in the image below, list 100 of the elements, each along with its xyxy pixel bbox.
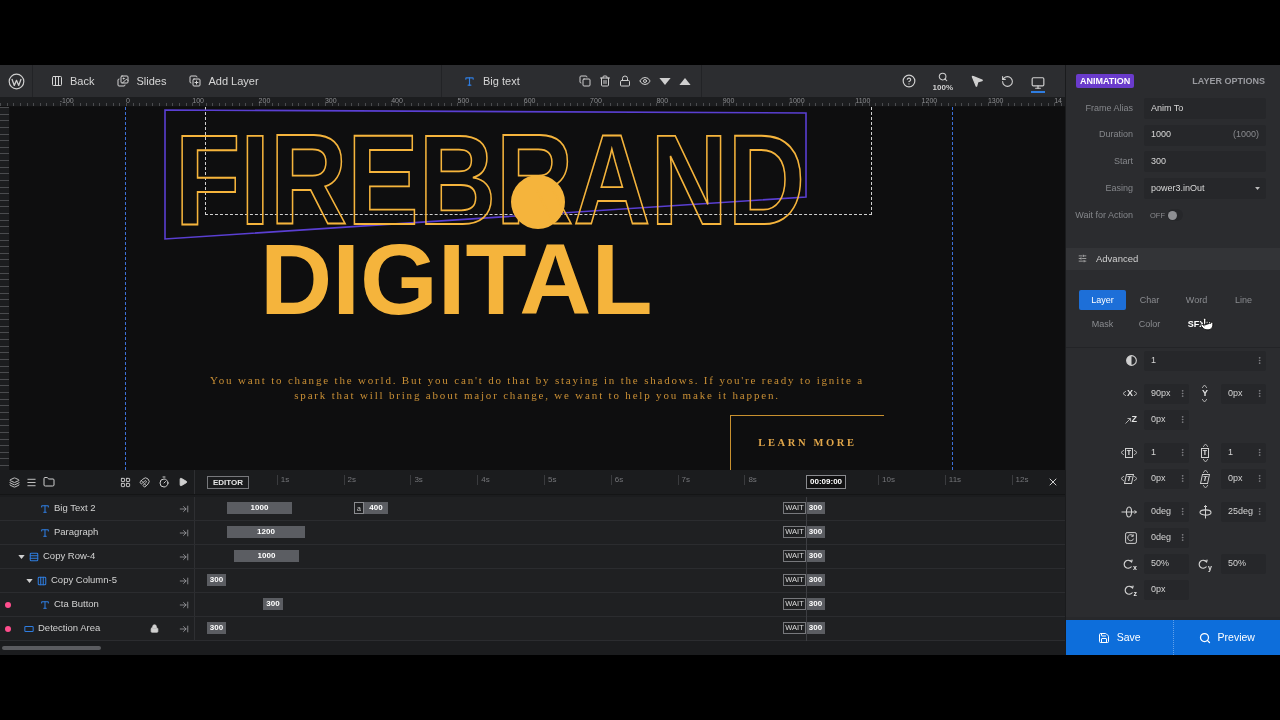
- caret-icon[interactable]: [17, 554, 25, 559]
- effect-tab[interactable]: Char: [1126, 289, 1173, 310]
- section-header[interactable]: Advanced: [1066, 247, 1280, 270]
- nav-button[interactable]: Back: [51, 72, 95, 90]
- caret-up-icon[interactable]: [679, 77, 691, 85]
- zoom-button[interactable]: 100%: [932, 70, 953, 92]
- editor-button[interactable]: EDITOR: [207, 476, 250, 489]
- value-field[interactable]: 0px: [1144, 579, 1189, 600]
- time-tick: 8s: [744, 475, 757, 485]
- more-icon[interactable]: [1178, 474, 1187, 484]
- list-icon[interactable]: [26, 476, 37, 488]
- toggle-knob: [1168, 210, 1177, 220]
- panel-tab[interactable]: ANIMATION: [1076, 74, 1135, 88]
- input-field[interactable]: Anim To: [1144, 97, 1266, 119]
- toggle-switch[interactable]: [1167, 209, 1183, 222]
- action-button[interactable]: Save: [1066, 620, 1173, 655]
- value-field[interactable]: 50%: [1221, 553, 1266, 574]
- rows-icon: [28, 551, 39, 562]
- timeline-bar[interactable]: 1000: [227, 502, 292, 514]
- action-button[interactable]: Preview: [1172, 620, 1280, 655]
- more-icon[interactable]: [1178, 533, 1187, 543]
- easing-dropdown[interactable]: power3.inOut: [1144, 178, 1266, 200]
- value-field[interactable]: 90px: [1144, 383, 1189, 404]
- value-field[interactable]: 0deg: [1144, 501, 1189, 522]
- more-icon[interactable]: [1255, 507, 1264, 517]
- effect-tab[interactable]: Line: [1220, 289, 1267, 310]
- nav-button[interactable]: Slides: [117, 72, 167, 90]
- time-tick: 1s: [276, 475, 290, 485]
- value-field[interactable]: 1: [1144, 442, 1189, 463]
- play-icon[interactable]: [178, 477, 188, 487]
- text-layer-icon: [39, 503, 50, 514]
- timeline-bar[interactable]: 300: [207, 622, 226, 634]
- effect-tab[interactable]: Color: [1126, 313, 1173, 334]
- pointer-icon[interactable]: [970, 74, 984, 88]
- layers-icon[interactable]: [9, 476, 20, 488]
- undo-icon[interactable]: [1001, 74, 1014, 88]
- more-icon[interactable]: [1255, 389, 1264, 399]
- rectangle-icon: [23, 623, 34, 634]
- panel-tab[interactable]: LAYER OPTIONS: [1188, 74, 1269, 88]
- logo-icon[interactable]: [7, 72, 25, 90]
- time-tick: 5s: [544, 475, 557, 485]
- value-field[interactable]: 0deg: [1144, 527, 1189, 548]
- time-tick: 10s: [878, 475, 895, 485]
- playhead-time[interactable]: 00:09:00: [806, 475, 847, 489]
- more-icon[interactable]: [1255, 474, 1264, 484]
- text-layer-icon: [464, 75, 475, 87]
- timeline-bar[interactable]: 300: [263, 598, 283, 610]
- time-tick: 2s: [343, 475, 357, 485]
- input-field[interactable]: 1000 (1000): [1144, 124, 1266, 146]
- layer-name: Copy Row-4: [43, 549, 97, 564]
- input-field[interactable]: 300: [1144, 151, 1266, 173]
- more-icon[interactable]: [1255, 356, 1264, 366]
- caret-down-icon[interactable]: [659, 77, 671, 85]
- caret-icon[interactable]: [25, 578, 33, 583]
- arrow-to-line-icon[interactable]: [179, 575, 189, 586]
- grid-icon[interactable]: [120, 476, 131, 488]
- close-icon[interactable]: [1047, 476, 1059, 488]
- value-field[interactable]: 25deg: [1221, 501, 1266, 522]
- effect-tab[interactable]: Layer: [1079, 289, 1126, 310]
- arrow-to-line-icon[interactable]: [179, 551, 189, 562]
- value-field[interactable]: 1: [1221, 442, 1266, 463]
- value-field[interactable]: 0px: [1221, 468, 1266, 489]
- layer-select-button[interactable]: Big text: [464, 72, 520, 90]
- value-field[interactable]: 0px: [1221, 383, 1266, 404]
- value-field[interactable]: 50%: [1144, 553, 1189, 574]
- timeline-bar[interactable]: 400: [364, 502, 388, 514]
- more-icon[interactable]: [1255, 448, 1264, 458]
- columns-icon: [51, 75, 63, 87]
- paragraph-text[interactable]: You want to change the world. But you can't do that by staying in the shadows. If you're ready to ignite a spark that will bring about major change, we want to help you make it happen.: [207, 373, 867, 403]
- value-field[interactable]: 0px: [1144, 468, 1189, 489]
- arrow-to-line-icon[interactable]: [179, 527, 189, 538]
- timeline-bar[interactable]: 1000: [234, 550, 299, 562]
- lock-icon[interactable]: [619, 75, 631, 87]
- timeline-bar[interactable]: 300: [207, 574, 226, 586]
- arrow-to-line-icon[interactable]: [179, 623, 189, 634]
- timeline-bar[interactable]: 1200: [227, 526, 305, 538]
- search-icon: [937, 72, 948, 82]
- more-icon[interactable]: [1178, 415, 1187, 425]
- scrollbar[interactable]: [2, 646, 101, 650]
- more-icon[interactable]: [1178, 389, 1187, 399]
- eye-icon[interactable]: [639, 75, 651, 87]
- value-field[interactable]: 0px: [1144, 409, 1189, 430]
- value-field[interactable]: 1: [1144, 350, 1266, 371]
- copy-icon[interactable]: [579, 75, 591, 87]
- folder-icon[interactable]: [43, 476, 55, 488]
- nav-button[interactable]: Add Layer: [189, 72, 259, 90]
- stopwatch-icon[interactable]: [158, 476, 170, 488]
- layer-name: Detection Area: [38, 621, 102, 636]
- more-icon[interactable]: [1178, 448, 1187, 458]
- subheadline-text[interactable]: DIGITAL: [260, 241, 653, 317]
- lock-icon[interactable]: [149, 624, 159, 633]
- help-icon[interactable]: [901, 74, 916, 88]
- arrow-to-line-icon[interactable]: [179, 599, 189, 610]
- delete-icon[interactable]: [599, 75, 611, 87]
- effect-tab[interactable]: Mask: [1079, 313, 1126, 334]
- magnet-icon[interactable]: [139, 476, 150, 488]
- effect-tab[interactable]: Word: [1173, 289, 1220, 310]
- arrow-to-line-icon[interactable]: [179, 503, 189, 514]
- field-label: Duration: [1097, 128, 1133, 142]
- more-icon[interactable]: [1178, 507, 1187, 517]
